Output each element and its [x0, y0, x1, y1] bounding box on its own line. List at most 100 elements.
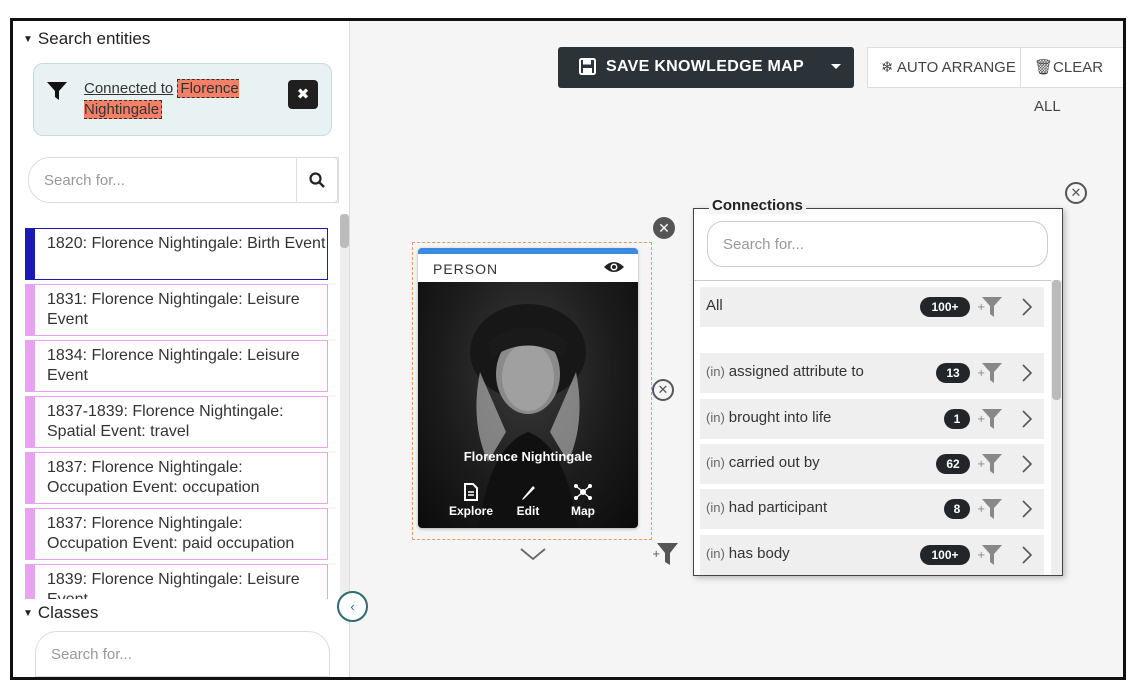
portrait-image: Florence Nightingale Explore Edit Map [418, 282, 638, 528]
connections-search-input[interactable] [708, 222, 1047, 266]
clear-all-button[interactable]: 🗑CLEAR ALL [1021, 48, 1123, 115]
chevron-right-icon[interactable] [1020, 543, 1034, 567]
add-filter-icon[interactable]: + [651, 541, 679, 567]
connection-label: All [706, 297, 723, 314]
svg-text:+: + [977, 459, 985, 470]
count-badge: 100+ [920, 297, 970, 317]
entity-list-scrollbar[interactable] [340, 214, 349, 599]
snowflake-icon: ❄ [881, 59, 894, 76]
save-knowledge-map-button[interactable]: SAVE KNOWLEDGE MAP [558, 47, 854, 88]
add-filter-icon[interactable]: + [977, 295, 1003, 319]
connection-row[interactable]: (in) brought into life 1 + [700, 399, 1044, 439]
chevron-left-icon: ‹ [350, 599, 355, 614]
filter-prefix[interactable]: Connected to [84, 80, 173, 97]
svg-text:+: + [977, 302, 985, 313]
close-panel-button[interactable]: ✕ [1065, 182, 1087, 204]
scrollbar-thumb[interactable] [1052, 280, 1061, 400]
svg-text:+: + [977, 504, 985, 515]
classes-header[interactable]: ▼ Classes [23, 603, 98, 623]
entity-search-button[interactable] [296, 157, 338, 203]
entity-list: 1820: Florence Nightingale: Birth Event … [25, 228, 330, 599]
add-filter-icon[interactable]: + [977, 361, 1003, 385]
count-badge: 100+ [920, 545, 970, 565]
direction-label: (in) [706, 455, 725, 470]
add-filter-icon[interactable]: + [977, 407, 1003, 431]
svg-text:+: + [977, 368, 985, 379]
close-icon: ✕ [657, 382, 669, 397]
scrollbar-thumb[interactable] [340, 214, 349, 248]
connections-title: Connections [709, 197, 806, 214]
count-badge: 13 [936, 363, 970, 383]
search-icon [309, 172, 325, 188]
chevron-right-icon[interactable] [1020, 407, 1034, 431]
auto-arrange-button[interactable]: ❄ AUTO ARRANGE [868, 48, 1021, 87]
explore-button[interactable]: Explore [441, 482, 501, 518]
direction-label: (in) [706, 364, 725, 379]
edit-button[interactable]: Edit [498, 482, 558, 518]
count-badge: 8 [944, 499, 970, 519]
active-filter: Connected to Florence Nightingale ✖ [33, 63, 332, 136]
map-button[interactable]: Map [553, 482, 613, 518]
list-item[interactable]: 1834: Florence Nightingale: Leisure Even… [25, 340, 328, 392]
direction-label: (in) [706, 410, 725, 425]
connection-row[interactable]: (in) assigned attribute to 13 + [700, 353, 1044, 393]
eye-icon[interactable] [603, 260, 625, 274]
node-name: Florence Nightingale [463, 449, 593, 464]
list-item[interactable]: 1820: Florence Nightingale: Birth Event [25, 228, 328, 280]
add-filter-icon[interactable]: + [977, 497, 1003, 521]
person-node-card[interactable]: PERSON Florence Nightingale Explore Edit [418, 248, 638, 528]
connections-search [707, 221, 1048, 267]
close-icon: ✕ [658, 219, 670, 236]
chevron-right-icon[interactable] [1020, 361, 1034, 385]
connection-label: carried out by [728, 454, 820, 471]
svg-text:+: + [977, 414, 985, 425]
app-frame: ▼ Search entities Connected to Florence N… [10, 18, 1126, 680]
node-type-label: PERSON [433, 261, 499, 277]
remove-node-button[interactable]: ✕ [653, 217, 675, 239]
direction-label: (in) [706, 500, 725, 515]
toolbar-group: ❄ AUTO ARRANGE 🗑CLEAR ALL [867, 47, 1123, 115]
connection-row[interactable]: (in) carried out by 62 + [700, 444, 1044, 484]
add-filter-icon[interactable]: + [977, 543, 1003, 567]
class-search-input[interactable] [36, 632, 329, 676]
direction-label: (in) [706, 546, 725, 561]
remove-filter-button[interactable]: ✖ [288, 80, 318, 109]
close-icon: ✖ [296, 86, 310, 103]
count-badge: 1 [944, 409, 970, 429]
sidebar: ▼ Search entities Connected to Florence N… [13, 21, 350, 677]
list-item[interactable]: 1837: Florence Nightingale: Occupation E… [25, 452, 328, 504]
chevron-right-icon[interactable] [1020, 295, 1034, 319]
entity-search-input[interactable] [29, 158, 299, 202]
floppy-disk-icon [579, 58, 596, 75]
connection-row[interactable]: (in) has body 100+ + [700, 535, 1044, 575]
network-icon [574, 484, 592, 500]
class-search [35, 631, 330, 677]
divider [694, 280, 1062, 281]
list-item[interactable]: 1837: Florence Nightingale: Occupation E… [25, 508, 328, 560]
filter-icon [47, 82, 67, 100]
chevron-right-icon[interactable] [1020, 452, 1034, 476]
document-icon [464, 483, 478, 501]
close-connections-button[interactable]: ✕ [652, 379, 674, 401]
collapse-sidebar-button[interactable]: ‹ [337, 591, 368, 622]
search-entities-header[interactable]: ▼ Search entities [23, 29, 150, 49]
add-filter-icon[interactable]: + [977, 452, 1003, 476]
svg-text:+: + [652, 549, 660, 560]
connection-row-all[interactable]: All 100+ + [700, 287, 1044, 327]
list-item[interactable]: 1839: Florence Nightingale: Leisure Even… [25, 564, 328, 599]
list-item[interactable]: 1831: Florence Nightingale: Leisure Even… [25, 284, 328, 336]
svg-text:+: + [977, 550, 985, 561]
caret-down-icon[interactable] [830, 60, 842, 72]
connections-scrollbar[interactable] [1051, 280, 1062, 575]
chevron-down-icon[interactable] [519, 546, 547, 562]
chevron-right-icon[interactable] [1020, 497, 1034, 521]
list-item[interactable]: 1837-1839: Florence Nightingale: Spatial… [25, 396, 328, 448]
pencil-icon [522, 486, 535, 500]
trash-icon: 🗑 [1034, 59, 1054, 76]
connection-label: had participant [728, 499, 828, 516]
connection-label: brought into life [728, 409, 832, 426]
caret-down-icon: ▼ [23, 34, 33, 45]
connection-row[interactable]: (in) had participant 8 + [700, 489, 1044, 529]
connection-label: assigned attribute to [728, 363, 864, 380]
count-badge: 62 [936, 454, 970, 474]
